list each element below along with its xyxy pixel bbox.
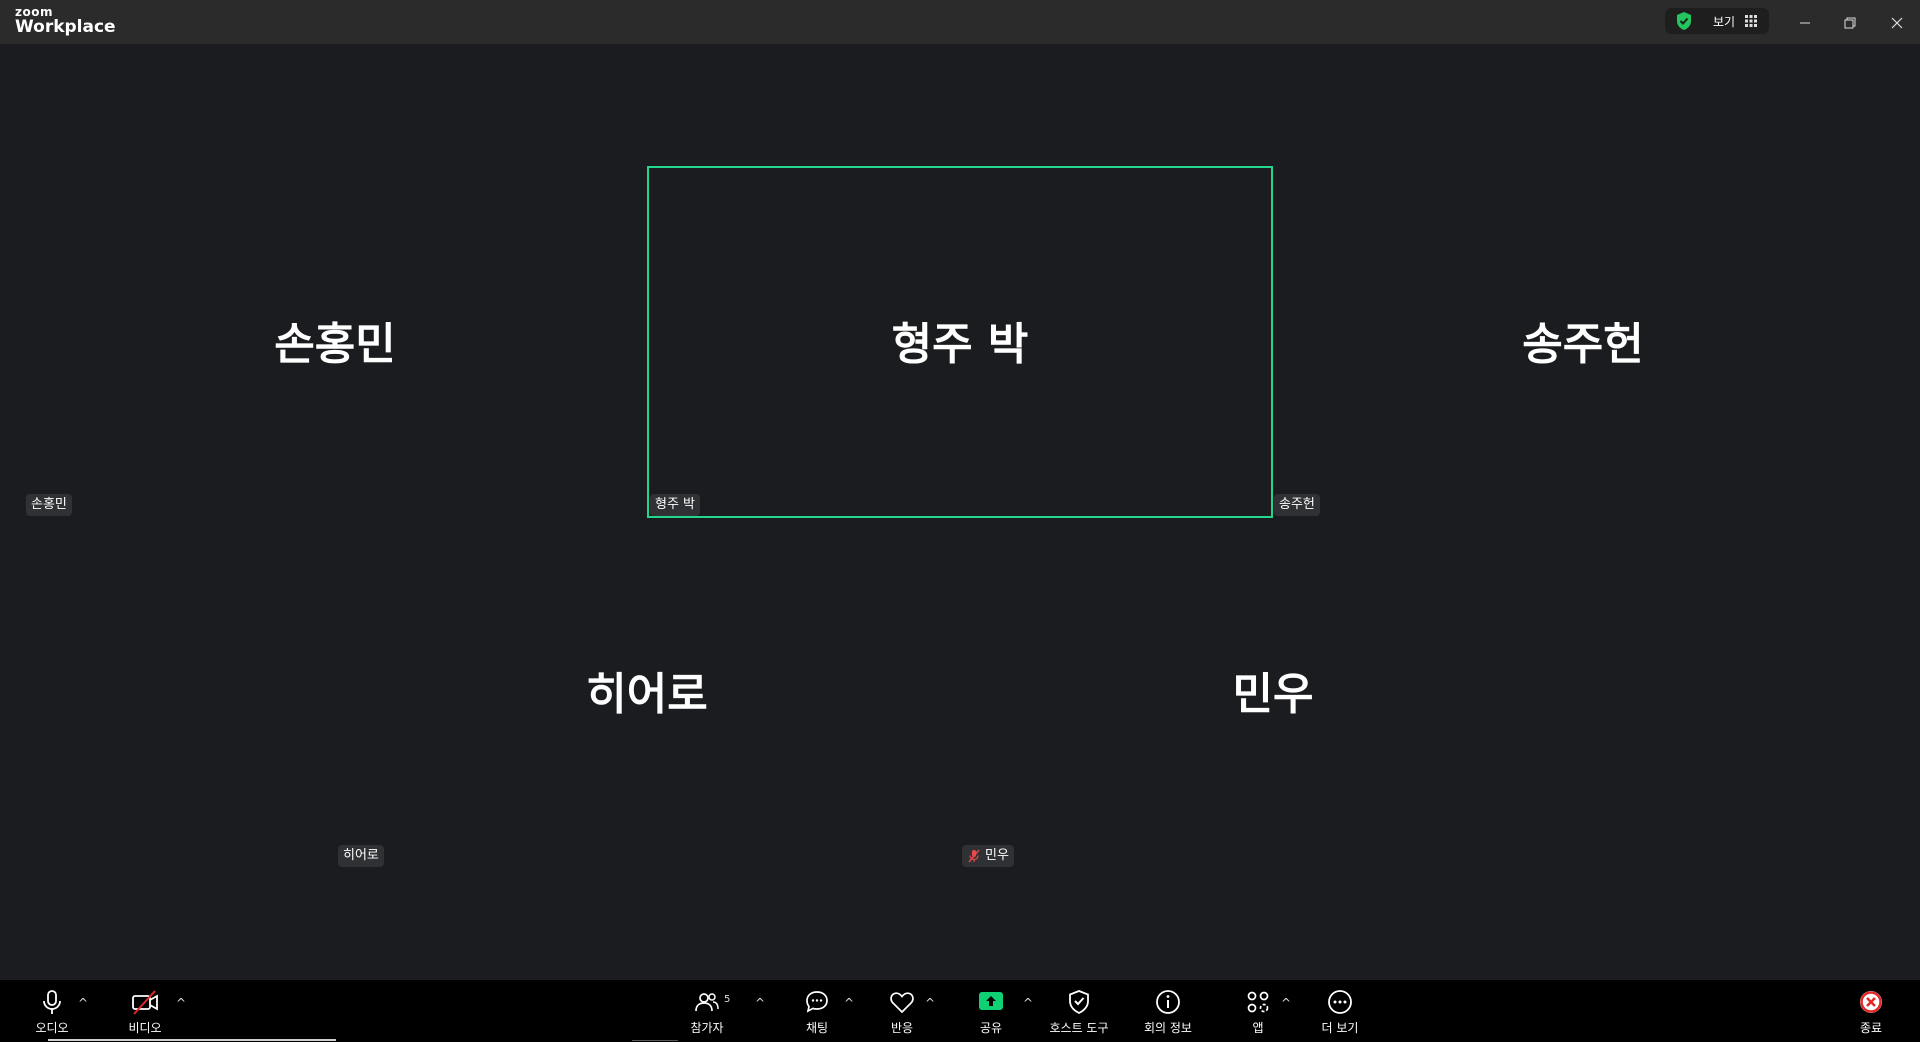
microphone-icon (43, 990, 61, 1014)
info-icon (1156, 990, 1180, 1014)
grid-icon (1745, 15, 1758, 27)
participants-button[interactable]: 참가자 (672, 988, 742, 1036)
share-screen-icon (979, 992, 1003, 1010)
participants-label: 참가자 (690, 1021, 724, 1035)
apps-options-caret[interactable]: ^ (1280, 996, 1292, 1010)
participant-display-name: 형주 박 (891, 319, 1029, 370)
audio-label: 오디오 (35, 1021, 69, 1035)
title-bar: zoom Workplace 보기 (0, 0, 1920, 44)
participant-display-name: 히어로 (586, 669, 708, 720)
zoom-workplace-logo: zoom Workplace (15, 6, 116, 36)
name-tag-text: 손홍민 (31, 497, 67, 512)
host-tools-button[interactable]: 호스트 도구 (1044, 988, 1114, 1036)
participant-name-tag: 손홍민 (26, 494, 72, 516)
reactions-options-caret[interactable]: ^ (924, 996, 936, 1010)
end-meeting-button[interactable]: 종료 (1836, 988, 1906, 1036)
share-button[interactable]: 공유 (956, 988, 1026, 1036)
chat-label: 채팅 (805, 1021, 829, 1035)
participant-display-name: 송주헌 (1522, 319, 1644, 370)
restore-button[interactable] (1837, 10, 1863, 36)
shield-check-icon (1677, 12, 1691, 30)
participant-count: 5 (724, 994, 731, 1005)
audio-options-caret[interactable]: ^ (77, 996, 89, 1010)
restore-icon (1844, 17, 1856, 29)
participant-display-name: 손홍민 (274, 319, 396, 370)
name-tag-text: 송주헌 (1279, 497, 1315, 512)
share-options-caret[interactable]: ^ (1022, 996, 1034, 1010)
toolbar-underline (48, 1039, 336, 1041)
participant-name-tag: 민우 (962, 845, 1014, 867)
host-shield-icon (1069, 990, 1089, 1015)
apps-icon (1247, 991, 1269, 1013)
name-tag-text: 형주 박 (655, 497, 696, 512)
more-button[interactable]: 더 보기 (1305, 988, 1375, 1036)
toolbar-scroll-indicator (632, 1040, 678, 1041)
video-options-caret[interactable]: ^ (175, 996, 187, 1010)
participant-name-tag: 송주헌 (1274, 494, 1320, 516)
participant-display-name: 민우 (1232, 669, 1314, 720)
close-button[interactable] (1884, 10, 1910, 36)
heart-icon (890, 992, 914, 1014)
share-label: 공유 (979, 1021, 1003, 1035)
name-tag-text: 히어로 (343, 848, 379, 863)
more-label: 더 보기 (1321, 1021, 1359, 1035)
video-label: 비디오 (128, 1021, 162, 1035)
minimize-icon (1800, 22, 1810, 24)
chat-icon (806, 991, 828, 1013)
close-icon (1891, 17, 1903, 29)
participant-name-tag: 히어로 (338, 845, 384, 867)
participants-icon (695, 993, 719, 1012)
participant-name-tag: 형주 박 (650, 494, 701, 516)
chat-button[interactable]: 채팅 (782, 988, 852, 1036)
chat-options-caret[interactable]: ^ (843, 996, 855, 1010)
video-off-icon (132, 990, 158, 1015)
end-label: 종료 (1859, 1021, 1883, 1035)
host-tools-label: 호스트 도구 (1049, 1021, 1109, 1035)
apps-label: 앱 (1252, 1021, 1264, 1035)
video-button[interactable]: 비디오 (110, 988, 180, 1036)
view-label: 보기 (1713, 14, 1736, 29)
meeting-info-button[interactable]: 회의 정보 (1133, 988, 1203, 1036)
participants-options-caret[interactable]: ^ (754, 996, 766, 1010)
end-icon (1860, 991, 1882, 1013)
view-button[interactable]: 보기 (1665, 8, 1769, 34)
more-icon (1328, 990, 1352, 1014)
logo-large-text: Workplace (15, 17, 116, 37)
name-tag-text: 민우 (985, 848, 1009, 863)
minimize-button[interactable] (1792, 10, 1818, 36)
meeting-toolbar: 오디오 ^ 비디오 ^ 참가자 5 ^ 채팅 ^ 반응 ^ 공유 ^ 호스트 도… (0, 980, 1920, 1042)
reactions-label: 반응 (890, 1021, 914, 1035)
meeting-info-label: 회의 정보 (1144, 1021, 1192, 1035)
mic-muted-icon (968, 849, 980, 863)
